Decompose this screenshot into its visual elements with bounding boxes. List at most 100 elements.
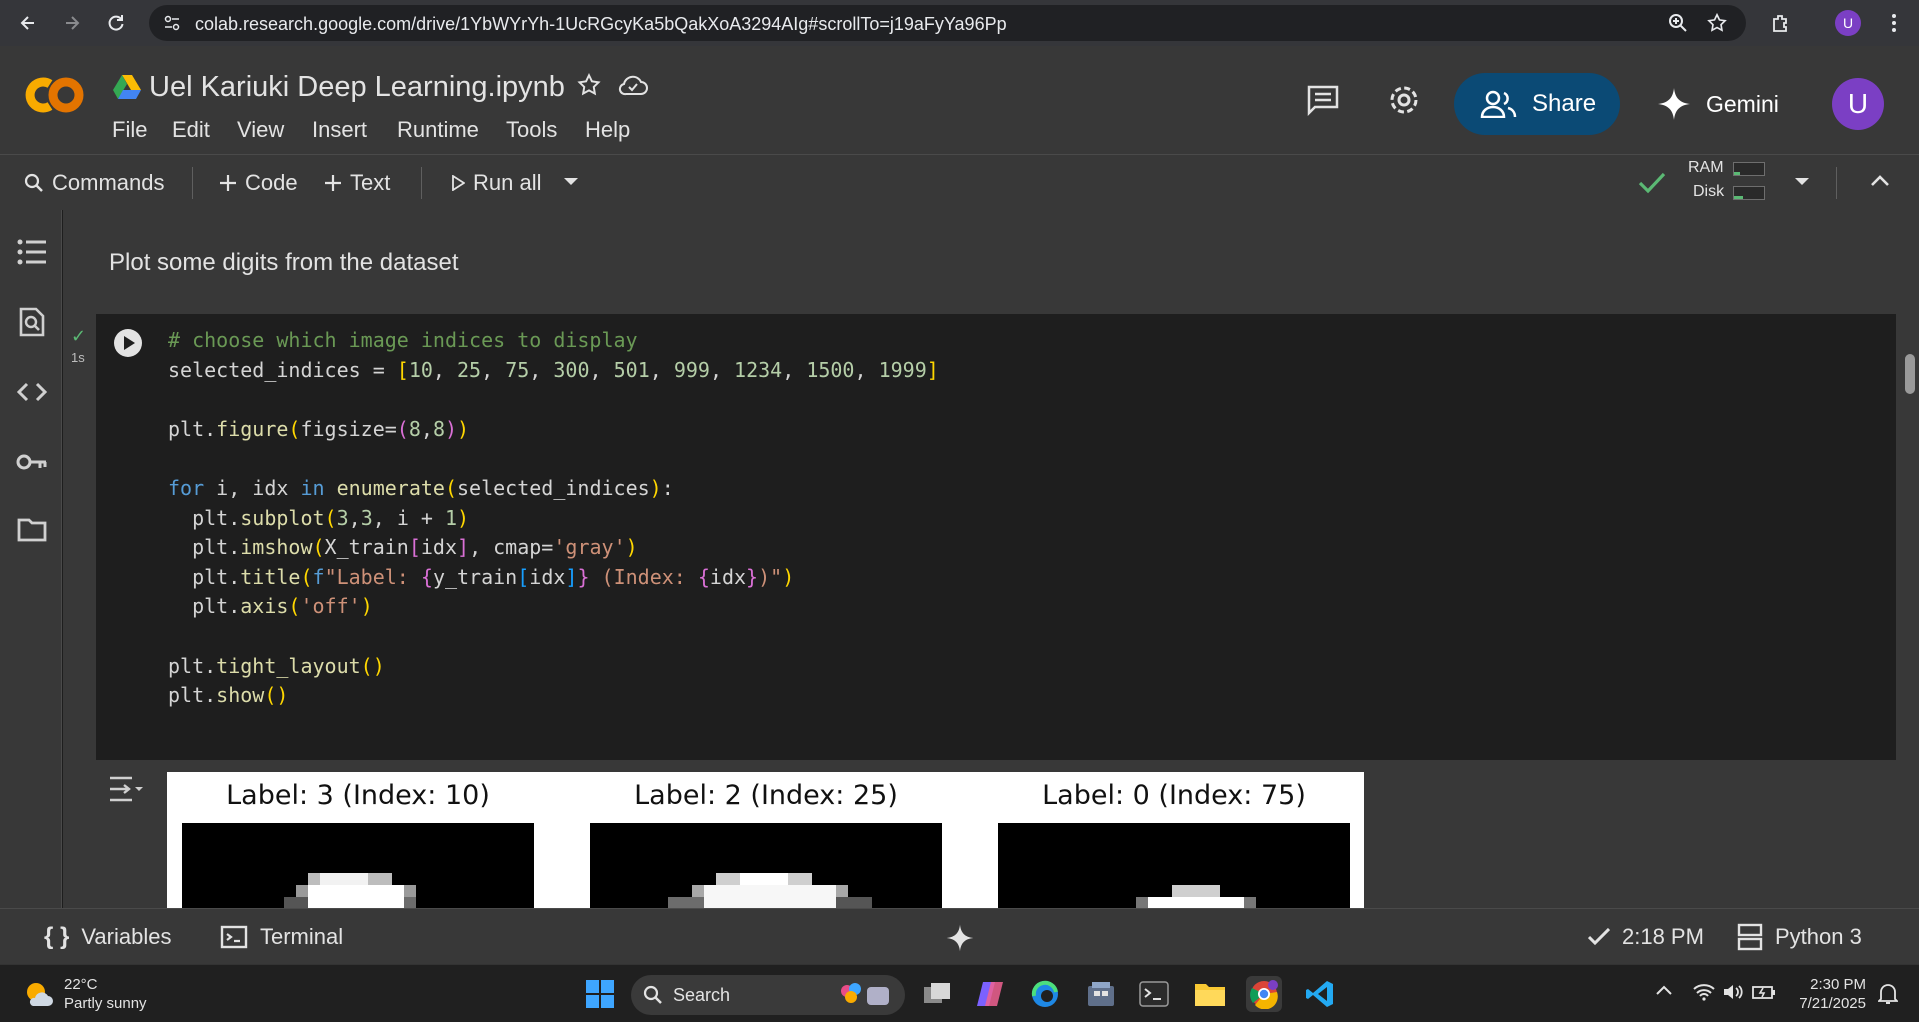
battery-icon[interactable] xyxy=(1752,983,1776,1001)
reload-icon[interactable] xyxy=(102,9,130,37)
digit-image xyxy=(182,823,534,908)
gemini-sparkle-icon[interactable] xyxy=(945,923,975,953)
weather-condition: Partly sunny xyxy=(64,995,147,1012)
add-text-cell-button[interactable]: Text xyxy=(324,155,390,211)
notebook-toolbar: Commands Code Text Run all RAM Disk xyxy=(0,154,1919,210)
run-all-button[interactable]: Run all xyxy=(451,155,541,211)
system-clock[interactable]: 2:30 PM 7/21/2025 xyxy=(1792,975,1866,1013)
store-app-icon[interactable] xyxy=(1083,976,1119,1012)
toolbar-divider xyxy=(192,167,193,199)
menu-view[interactable]: View xyxy=(237,117,284,143)
colab-logo[interactable] xyxy=(20,72,86,118)
bookmark-star-icon[interactable] xyxy=(1706,12,1728,34)
windows-start-icon[interactable] xyxy=(582,976,618,1012)
extensions-icon[interactable] xyxy=(1767,9,1795,37)
subplot-title: Label: 0 (Index: 75) xyxy=(1042,780,1306,811)
menu-insert[interactable]: Insert xyxy=(312,117,367,143)
menu-edit[interactable]: Edit xyxy=(172,117,210,143)
notebook-scrollbar[interactable] xyxy=(1905,354,1915,394)
share-label: Share xyxy=(1532,90,1597,117)
gemini-label: Gemini xyxy=(1706,90,1779,117)
collapse-chevron-up-icon[interactable] xyxy=(1870,173,1890,187)
menu-help[interactable]: Help xyxy=(585,117,630,143)
code-label: Code xyxy=(245,170,298,195)
volume-icon[interactable] xyxy=(1722,983,1744,1001)
last-run-status[interactable]: 2:18 PM xyxy=(1588,909,1704,965)
edge-browser-icon[interactable] xyxy=(1027,976,1063,1012)
drive-icon[interactable] xyxy=(113,74,141,100)
star-notebook-icon[interactable] xyxy=(576,72,602,98)
site-settings-icon[interactable] xyxy=(163,14,181,32)
terminal-button[interactable]: Terminal xyxy=(220,909,343,965)
ram-usage-fill xyxy=(1734,172,1740,175)
forward-icon[interactable] xyxy=(58,9,86,37)
connected-check-icon[interactable] xyxy=(1638,171,1666,195)
taskbar-search[interactable]: Search xyxy=(631,975,905,1015)
run-all-label: Run all xyxy=(473,170,542,195)
commands-label: Commands xyxy=(52,170,165,195)
show-hidden-icons-chevron-up-icon[interactable] xyxy=(1656,985,1672,995)
toolbar-divider xyxy=(1836,167,1837,199)
comments-icon[interactable] xyxy=(1306,84,1340,116)
secrets-key-icon[interactable] xyxy=(16,446,48,478)
task-view-icon[interactable] xyxy=(919,976,955,1012)
execution-success-check-icon: ✓ xyxy=(71,326,87,346)
cloud-saved-icon[interactable] xyxy=(618,74,648,96)
left-sidebar xyxy=(0,210,62,908)
notification-bell-icon[interactable] xyxy=(1878,983,1898,1005)
table-of-contents-icon[interactable] xyxy=(16,236,48,268)
browser-menu-icon[interactable] xyxy=(1880,9,1908,37)
browser-toolbar: colab.research.google.com/drive/1YbWYrYh… xyxy=(0,0,1919,46)
wifi-icon[interactable] xyxy=(1693,983,1715,1001)
browser-profile-avatar[interactable]: U xyxy=(1835,10,1861,36)
gemini-button[interactable]: Gemini xyxy=(1656,79,1779,129)
variables-button[interactable]: { } Variables xyxy=(44,909,171,965)
settings-gear-icon[interactable] xyxy=(1386,82,1422,118)
user-avatar[interactable]: U xyxy=(1832,78,1884,130)
menu-file[interactable]: File xyxy=(112,117,147,143)
code-editor[interactable]: # choose which image indices to display … xyxy=(168,326,939,711)
ram-usage-bar xyxy=(1733,162,1765,176)
search-highlight-icon xyxy=(839,981,895,1009)
resources-chevron-down-icon[interactable] xyxy=(1794,177,1810,187)
variables-label: Variables xyxy=(81,924,172,949)
execution-time: 1s xyxy=(71,350,85,365)
back-icon[interactable] xyxy=(14,9,42,37)
toolbar-divider xyxy=(421,167,422,199)
notebook-filename[interactable]: Uel Kariuki Deep Learning.ipynb xyxy=(149,71,565,104)
files-folder-icon[interactable] xyxy=(16,514,48,546)
code-snippets-icon[interactable] xyxy=(16,376,48,408)
zoom-icon[interactable] xyxy=(1668,13,1688,33)
vscode-icon[interactable] xyxy=(1302,976,1338,1012)
menu-tools[interactable]: Tools xyxy=(506,117,557,143)
status-bar: { } Variables Terminal 2:18 PM Python 3 xyxy=(0,908,1919,964)
run-options-chevron-down-icon[interactable] xyxy=(563,177,579,187)
find-replace-icon[interactable] xyxy=(16,306,48,338)
runtime-status[interactable]: Python 3 xyxy=(1737,909,1862,965)
disk-usage-bar xyxy=(1733,186,1765,200)
commands-button[interactable]: Commands xyxy=(24,155,164,211)
check-icon xyxy=(1588,928,1610,946)
chrome-icon[interactable] xyxy=(1246,976,1282,1012)
menu-runtime[interactable]: Runtime xyxy=(397,117,479,143)
last-run-time: 2:18 PM xyxy=(1622,924,1704,949)
colab-header: Uel Kariuki Deep Learning.ipynb File Edi… xyxy=(0,46,1919,154)
weather-widget[interactable]: 22°C Partly sunny xyxy=(24,975,147,1013)
run-cell-button[interactable] xyxy=(113,328,143,358)
terminal-app-icon[interactable] xyxy=(1136,976,1172,1012)
share-button[interactable]: Share xyxy=(1454,73,1620,135)
ram-label: RAM xyxy=(1688,159,1724,176)
search-icon xyxy=(24,173,44,193)
output-actions-icon[interactable] xyxy=(108,774,144,804)
address-bar[interactable]: colab.research.google.com/drive/1YbWYrYh… xyxy=(149,5,1746,41)
file-explorer-icon[interactable] xyxy=(1192,976,1228,1012)
text-cell[interactable]: Plot some digits from the dataset xyxy=(109,249,459,277)
digit-image xyxy=(998,823,1350,908)
add-code-cell-button[interactable]: Code xyxy=(219,155,298,211)
url-text[interactable]: colab.research.google.com/drive/1YbWYrYh… xyxy=(195,14,1007,35)
clock-time: 2:30 PM xyxy=(1810,976,1866,993)
text-label: Text xyxy=(350,170,391,195)
copilot-icon[interactable] xyxy=(972,976,1008,1012)
terminal-label: Terminal xyxy=(260,924,344,949)
plus-icon xyxy=(219,174,237,192)
